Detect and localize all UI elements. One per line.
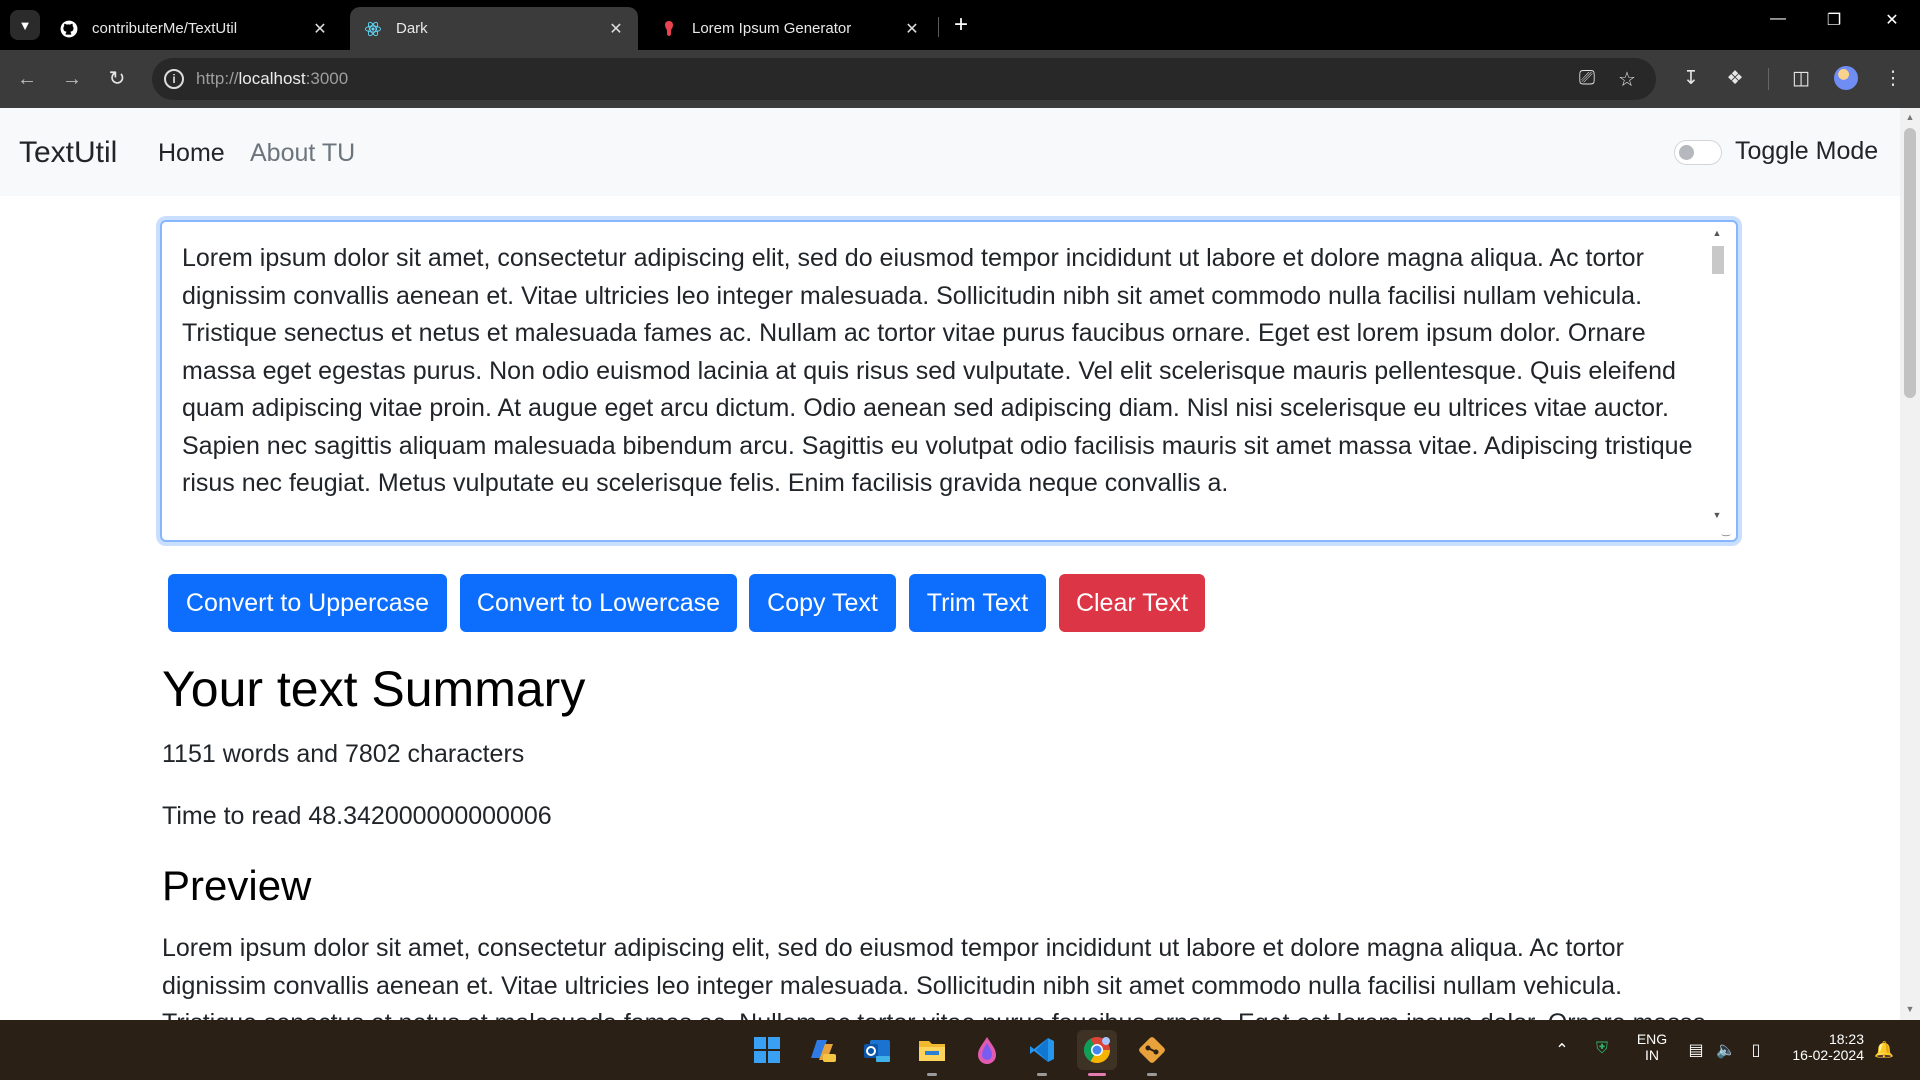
reload-icon[interactable]: ↻: [104, 66, 130, 92]
page-scrollbar[interactable]: ▲ ▼: [1900, 108, 1920, 1020]
scroll-thumb[interactable]: [1712, 246, 1724, 274]
git-icon[interactable]: [1132, 1030, 1172, 1076]
brand-logo[interactable]: TextUtil: [19, 136, 117, 170]
close-icon[interactable]: ✕: [310, 19, 330, 39]
preview-text: Lorem ipsum dolor sit amet, consectetur …: [162, 934, 1706, 1020]
copilot-icon[interactable]: [802, 1030, 842, 1070]
outlook-icon[interactable]: [857, 1030, 897, 1070]
extensions-icon[interactable]: ❖: [1722, 66, 1748, 92]
network-icon[interactable]: ▤: [1686, 1040, 1706, 1060]
toggle-knob: [1679, 145, 1694, 160]
react-icon: [362, 18, 384, 40]
word-char-count: 1151 words and 7802 characters: [162, 740, 525, 768]
running-indicator: [927, 1073, 937, 1076]
side-panel-icon[interactable]: ◫: [1788, 66, 1814, 92]
tab-github[interactable]: contributerMe/TextUtil ✕: [46, 7, 342, 50]
new-tab-button[interactable]: +: [948, 12, 974, 38]
file-explorer-icon[interactable]: [912, 1030, 952, 1076]
textarea-scrollbar[interactable]: ▲ ▼: [1710, 228, 1724, 528]
resize-handle-icon[interactable]: ‿: [1722, 527, 1732, 537]
tab-dark[interactable]: Dark ✕: [350, 7, 638, 50]
github-icon: [58, 18, 80, 40]
bookmark-star-icon[interactable]: ☆: [1614, 67, 1640, 92]
security-shield-icon[interactable]: ⛨: [1592, 1040, 1612, 1058]
region-code: IN: [1645, 1047, 1659, 1063]
paint-icon[interactable]: [967, 1030, 1007, 1070]
address-bar[interactable]: i http://localhost:3000 ⎚ ☆: [152, 58, 1656, 100]
nav-link-home[interactable]: Home: [158, 139, 225, 168]
minimize-icon[interactable]: —: [1758, 10, 1798, 28]
summary-heading: Your text Summary: [162, 661, 586, 717]
page-viewport: TextUtil Home About TU Toggle Mode Lorem…: [0, 108, 1900, 1020]
tab-search-button[interactable]: ▼: [10, 10, 40, 40]
convert-lowercase-button[interactable]: Convert to Lowercase: [460, 574, 737, 632]
browser-toolbar: ← → ↻ i http://localhost:3000 ⎚ ☆ ↧ ❖ ◫ …: [0, 50, 1920, 108]
notification-bell-icon[interactable]: 🔔: [1874, 1040, 1894, 1060]
app-navbar: TextUtil Home About TU Toggle Mode: [0, 108, 1900, 196]
clock[interactable]: 18:23 16-02-2024: [1780, 1031, 1864, 1063]
toggle-mode-label[interactable]: Toggle Mode: [1735, 137, 1878, 166]
toolbar-divider: [1768, 68, 1769, 90]
menu-kebab-icon[interactable]: ⋮: [1880, 66, 1906, 92]
forward-icon[interactable]: →: [59, 66, 85, 92]
install-app-icon[interactable]: ⎚: [1574, 67, 1600, 90]
site-info-icon[interactable]: i: [164, 69, 184, 89]
downloads-icon[interactable]: ↧: [1678, 66, 1704, 92]
scroll-up-arrow-icon[interactable]: ▲: [1900, 112, 1920, 122]
language-code: ENG: [1636, 1031, 1668, 1047]
page-scroll-thumb[interactable]: [1904, 128, 1916, 398]
trim-text-button[interactable]: Trim Text: [909, 574, 1046, 632]
running-indicator: [1088, 1073, 1106, 1076]
browser-tab-strip: ▼ contributerMe/TextUtil ✕ Dark ✕ Lorem …: [0, 0, 1920, 50]
close-icon[interactable]: ✕: [606, 19, 626, 39]
chrome-icon[interactable]: [1077, 1030, 1117, 1076]
battery-icon[interactable]: ▯: [1746, 1040, 1766, 1060]
tab-title: Lorem Ipsum Generator: [692, 20, 852, 37]
clock-time: 18:23: [1828, 1031, 1864, 1047]
volume-icon[interactable]: 🔈: [1716, 1040, 1736, 1060]
read-time: Time to read 48.342000000000006: [162, 802, 552, 830]
show-hidden-icons-chevron-icon[interactable]: ⌃: [1552, 1040, 1572, 1060]
restore-icon[interactable]: ❐: [1814, 10, 1854, 30]
windows-start-icon[interactable]: [747, 1030, 787, 1070]
clear-text-button[interactable]: Clear Text: [1059, 574, 1205, 632]
nav-link-about[interactable]: About TU: [250, 139, 355, 168]
preview-heading: Preview: [162, 862, 312, 909]
dark-mode-toggle[interactable]: [1674, 140, 1722, 165]
close-icon[interactable]: ✕: [902, 19, 922, 39]
tab-lorem-ipsum[interactable]: Lorem Ipsum Generator ✕: [646, 7, 934, 50]
scroll-down-arrow-icon[interactable]: ▼: [1710, 510, 1724, 520]
running-indicator: [1147, 1073, 1157, 1076]
convert-uppercase-button[interactable]: Convert to Uppercase: [168, 574, 447, 632]
text-input-area[interactable]: Lorem ipsum dolor sit amet, consectetur …: [160, 220, 1738, 542]
copy-text-button[interactable]: Copy Text: [749, 574, 896, 632]
profile-avatar[interactable]: [1834, 66, 1858, 90]
back-icon[interactable]: ←: [14, 66, 40, 92]
scroll-up-arrow-icon[interactable]: ▲: [1710, 228, 1724, 238]
chevron-down-icon: ▼: [18, 17, 32, 33]
scroll-down-arrow-icon[interactable]: ▼: [1900, 1004, 1920, 1014]
tab-title: Dark: [396, 20, 428, 37]
vscode-icon[interactable]: [1022, 1030, 1062, 1076]
running-indicator: [1037, 1073, 1047, 1076]
tab-title: contributerMe/TextUtil: [92, 20, 238, 37]
clock-date: 16-02-2024: [1792, 1047, 1864, 1063]
language-indicator[interactable]: ENG IN: [1634, 1031, 1670, 1063]
url-text[interactable]: http://localhost:3000: [196, 69, 348, 89]
lorem-ipsum-icon: [658, 18, 680, 40]
window-close-icon[interactable]: ✕: [1872, 10, 1912, 30]
text-input-content[interactable]: Lorem ipsum dolor sit amet, consectetur …: [182, 240, 1702, 503]
tab-separator: [938, 17, 939, 37]
windows-taskbar: ⌃ ⛨ ENG IN ▤ 🔈 ▯ 18:23 16-02-2024 🔔: [0, 1020, 1920, 1080]
